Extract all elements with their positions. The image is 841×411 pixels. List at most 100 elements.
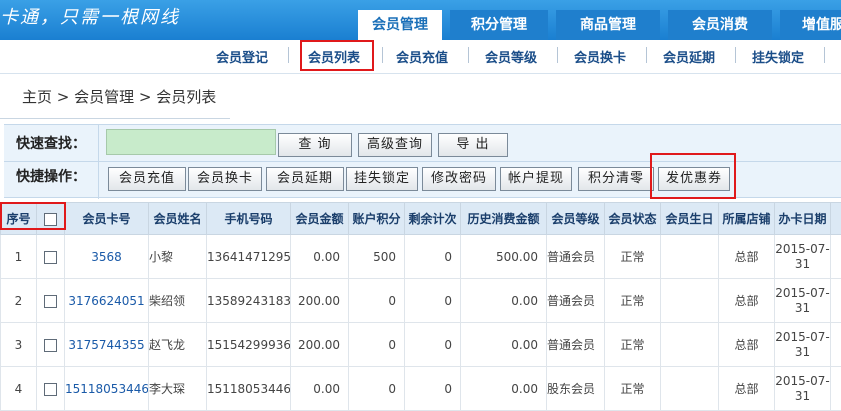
column-header: 会员卡号 <box>64 202 149 235</box>
op-points-reset-button[interactable]: 积分清零 <box>578 167 654 191</box>
member-card-link[interactable]: 15118053446 <box>64 366 149 411</box>
subnav-separator <box>646 47 647 63</box>
member-level: 普通会员 <box>546 322 605 367</box>
member-status: 正常 <box>604 234 661 279</box>
member-card-link[interactable]: 3175744355 <box>64 322 149 367</box>
row-index: 4 <box>0 366 37 411</box>
subnav-member-extend[interactable]: 会员延期 <box>663 47 715 66</box>
op-account-withdraw-button[interactable]: 帐户提现 <box>500 167 572 191</box>
member-remaining-count: 0 <box>404 366 461 411</box>
member-history-spend: 0.00 <box>460 366 547 411</box>
subnav-report-loss-lock[interactable]: 挂失锁定 <box>752 47 804 66</box>
member-remaining-count: 0 <box>404 322 461 367</box>
table-row[interactable]: 2 3176624051 柴绍领 13589243183 200.00 0 0 … <box>0 278 841 323</box>
member-extra <box>830 234 841 279</box>
member-birthday <box>660 278 719 323</box>
column-header: 会员姓名 <box>148 202 207 235</box>
member-card-link[interactable]: 3568 <box>64 234 149 279</box>
subnav-member-register[interactable]: 会员登记 <box>216 47 268 66</box>
member-history-spend: 0.00 <box>460 278 547 323</box>
member-name: 小黎 <box>148 234 207 279</box>
member-points: 500 <box>348 234 405 279</box>
member-phone: 13589243183 <box>206 278 291 323</box>
column-header: 办 <box>830 202 841 235</box>
member-card-date: 2015-07-31 <box>774 366 831 411</box>
member-points: 0 <box>348 278 405 323</box>
member-card-date: 2015-07-31 <box>774 234 831 279</box>
query-button[interactable]: 查 询 <box>278 133 352 157</box>
tab-points-management[interactable]: 积分管理 <box>450 10 548 40</box>
tab-goods-management[interactable]: 商品管理 <box>556 10 660 40</box>
member-level: 普通会员 <box>546 234 605 279</box>
member-status: 正常 <box>604 278 661 323</box>
member-card-date: 2015-07-31 <box>774 322 831 367</box>
member-birthday <box>660 322 719 367</box>
quick-search-input[interactable] <box>106 129 276 155</box>
advanced-query-button[interactable]: 高级查询 <box>358 133 432 157</box>
column-header: 会员生日 <box>660 202 719 235</box>
quick-search-label: 快速查找： <box>16 136 86 152</box>
member-history-spend: 500.00 <box>460 234 547 279</box>
table-row[interactable]: 4 15118053446 李大琛 15118053446 0.00 0 0 0… <box>0 366 841 411</box>
member-level: 普通会员 <box>546 278 605 323</box>
op-card-change-button[interactable]: 会员换卡 <box>188 167 262 191</box>
tab-value-added[interactable]: 增值服务 <box>780 10 841 40</box>
tab-member-management[interactable]: 会员管理 <box>358 10 442 40</box>
member-name: 赵飞龙 <box>148 322 207 367</box>
row-select-cell <box>36 322 65 367</box>
member-extra <box>830 278 841 323</box>
member-store: 总部 <box>718 234 775 279</box>
op-member-extend-button[interactable]: 会员延期 <box>266 167 344 191</box>
member-points: 0 <box>348 366 405 411</box>
member-status: 正常 <box>604 322 661 367</box>
highlight-issue-coupon <box>650 153 736 199</box>
row-index: 3 <box>0 322 37 367</box>
member-birthday <box>660 234 719 279</box>
member-status: 正常 <box>604 366 661 411</box>
table-row[interactable]: 1 3568 小黎 13641471295 0.00 500 0 500.00 … <box>0 234 841 279</box>
member-table: 序号 会员卡号 会员姓名 手机号码 会员金额 账户积分 剩余计次 历史消费金额 … <box>0 202 841 411</box>
member-history-spend: 0.00 <box>460 322 547 367</box>
subnav-separator <box>288 47 289 63</box>
column-header: 账户积分 <box>348 202 405 235</box>
subnav-separator <box>824 47 825 63</box>
column-header: 会员状态 <box>604 202 661 235</box>
member-amount: 200.00 <box>290 278 349 323</box>
row-checkbox[interactable] <box>44 294 57 308</box>
op-report-loss-lock-button[interactable]: 挂失锁定 <box>346 167 418 191</box>
member-phone: 15118053446 <box>206 366 291 411</box>
table-row[interactable]: 3 3175744355 赵飞龙 15154299936 200.00 0 0 … <box>0 322 841 367</box>
sub-navigation: 会员登记 会员列表 会员充值 会员等级 会员换卡 会员延期 挂失锁定 <box>0 40 841 74</box>
member-card-link[interactable]: 3176624051 <box>64 278 149 323</box>
subnav-member-card-change[interactable]: 会员换卡 <box>574 47 626 66</box>
quick-ops-label: 快捷操作： <box>16 169 86 185</box>
member-extra <box>830 322 841 367</box>
op-member-recharge-button[interactable]: 会员充值 <box>108 167 186 191</box>
highlight-member-list <box>300 40 374 71</box>
row-select-cell <box>36 366 65 411</box>
column-header: 会员等级 <box>546 202 605 235</box>
quick-panel: 快速查找： 查 询 高级查询 导 出 快捷操作： 会员充值 会员换卡 会员延期 … <box>4 124 841 199</box>
column-header: 剩余计次 <box>404 202 461 235</box>
breadcrumb-underline <box>0 118 230 119</box>
member-name: 柴绍领 <box>148 278 207 323</box>
member-amount: 200.00 <box>290 322 349 367</box>
member-remaining-count: 0 <box>404 234 461 279</box>
member-phone: 13641471295 <box>206 234 291 279</box>
subnav-separator <box>735 47 736 63</box>
row-checkbox[interactable] <box>44 382 57 396</box>
member-birthday <box>660 366 719 411</box>
row-checkbox[interactable] <box>44 250 57 264</box>
member-extra <box>830 366 841 411</box>
row-select-cell <box>36 278 65 323</box>
subnav-member-recharge[interactable]: 会员充值 <box>396 47 448 66</box>
app-header: 卡通，只需一根网线 会员管理 积分管理 商品管理 会员消费 增值服务 <box>0 0 841 40</box>
subnav-member-level[interactable]: 会员等级 <box>485 47 537 66</box>
column-header: 历史消费金额 <box>460 202 547 235</box>
tab-member-consumption[interactable]: 会员消费 <box>668 10 772 40</box>
breadcrumb: 主页 > 会员管理 > 会员列表 <box>0 74 841 120</box>
member-amount: 0.00 <box>290 366 349 411</box>
op-change-password-button[interactable]: 修改密码 <box>422 167 496 191</box>
row-checkbox[interactable] <box>44 338 57 352</box>
export-button[interactable]: 导 出 <box>438 133 508 157</box>
